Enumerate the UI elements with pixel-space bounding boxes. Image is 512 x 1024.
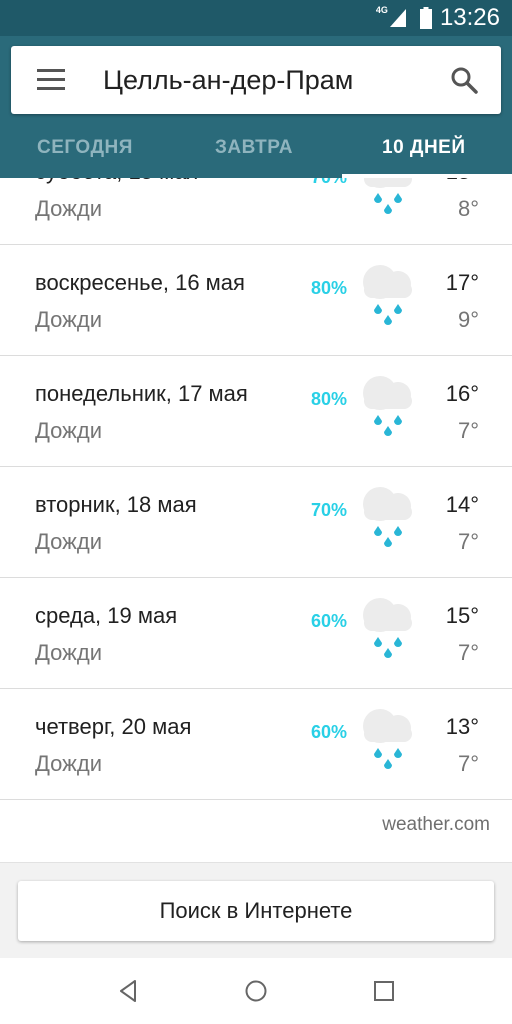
menu-icon[interactable]: [37, 69, 65, 91]
back-icon[interactable]: [113, 976, 143, 1006]
temp-high: 15°: [446, 178, 479, 185]
app-header: Целль-ан-дер-Прам СЕГОДНЯ ЗАВТРА 10 ДНЕЙ: [0, 36, 512, 178]
recents-icon[interactable]: [369, 976, 399, 1006]
home-icon[interactable]: [241, 976, 271, 1006]
day-name: четверг, 20 мая: [35, 714, 192, 739]
precip-probability: 80%: [311, 278, 348, 298]
web-search-button[interactable]: Поиск в Интернете: [18, 881, 494, 941]
signal-icon: [389, 9, 406, 27]
precip-probability: 70%: [311, 178, 347, 188]
temp-high: 17°: [445, 270, 479, 295]
day-name: воскресенье, 16 мая: [35, 270, 245, 295]
status-bar: 4G 13:26: [0, 0, 512, 36]
temp-low: 7°: [457, 751, 479, 776]
day-condition: Дожди: [35, 307, 102, 332]
temp-low: 7°: [457, 640, 479, 665]
tab-today[interactable]: СЕГОДНЯ: [37, 128, 133, 168]
status-icons: 4G 13:26: [376, 0, 500, 36]
day-condition: Дожди: [35, 196, 102, 221]
temp-low: 7°: [457, 529, 479, 554]
forecast-list[interactable]: суббота, 15 мая Дожди 70% 15° 8° воскресенье,…: [0, 178, 512, 862]
day-condition: Дожди: [35, 529, 102, 554]
day-name: среда, 19 мая: [35, 603, 178, 628]
forecast-row[interactable]: воскресенье, 16 мая Дожди 80% 17° 9°: [0, 245, 512, 356]
forecast-row[interactable]: вторник, 18 мая Дожди 70% 14° 7°: [0, 467, 512, 578]
bottom-area: Поиск в Интернете: [0, 862, 512, 958]
temp-high: 13°: [445, 714, 479, 739]
temp-high: 14°: [445, 492, 479, 517]
rain-cloud-icon: [356, 260, 416, 326]
precip-probability: 60%: [311, 611, 348, 631]
day-condition: Дожди: [35, 751, 102, 776]
tab-10-days[interactable]: 10 ДНЕЙ: [382, 128, 466, 168]
data-source[interactable]: weather.com: [382, 814, 490, 836]
day-condition: Дожди: [35, 418, 102, 443]
day-name: суббота, 15 мая: [35, 178, 198, 185]
rain-cloud-icon: [356, 371, 416, 437]
tab-tomorrow[interactable]: ЗАВТРА: [215, 128, 293, 168]
forecast-row[interactable]: суббота, 15 мая Дожди 70% 15° 8°: [0, 178, 512, 245]
forecast-row[interactable]: среда, 19 мая Дожди 60% 15° 7°: [0, 578, 512, 689]
temp-high: 15°: [445, 603, 479, 628]
temp-low: 9°: [457, 307, 479, 332]
forecast-row[interactable]: понедельник, 17 мая Дожди 80% 16° 7°: [0, 356, 512, 467]
day-condition: Дожди: [35, 640, 102, 665]
precip-probability: 80%: [311, 389, 348, 409]
precip-probability: 60%: [311, 722, 348, 742]
search-card[interactable]: Целль-ан-дер-Прам: [11, 46, 501, 114]
status-time: 13:26: [439, 4, 500, 31]
network-type: 4G: [375, 5, 388, 15]
search-icon[interactable]: [449, 65, 479, 95]
rain-cloud-icon: [356, 704, 416, 770]
tab-bar: СЕГОДНЯ ЗАВТРА 10 ДНЕЙ: [0, 128, 512, 178]
rain-cloud-icon: [356, 482, 416, 548]
location-title[interactable]: Целль-ан-дер-Прам: [103, 46, 353, 114]
day-name: вторник, 18 мая: [35, 492, 197, 517]
precip-probability: 70%: [311, 500, 348, 520]
rain-cloud-icon: [356, 178, 416, 215]
forecast-row[interactable]: четверг, 20 мая Дожди 60% 13° 7°: [0, 689, 512, 800]
temp-low: 7°: [457, 418, 479, 443]
rain-cloud-icon: [356, 593, 416, 659]
temp-high: 16°: [445, 381, 479, 406]
battery-icon: [419, 7, 432, 29]
day-name: понедельник, 17 мая: [35, 381, 248, 406]
temp-low: 8°: [457, 196, 479, 221]
navigation-bar: [0, 958, 512, 1024]
